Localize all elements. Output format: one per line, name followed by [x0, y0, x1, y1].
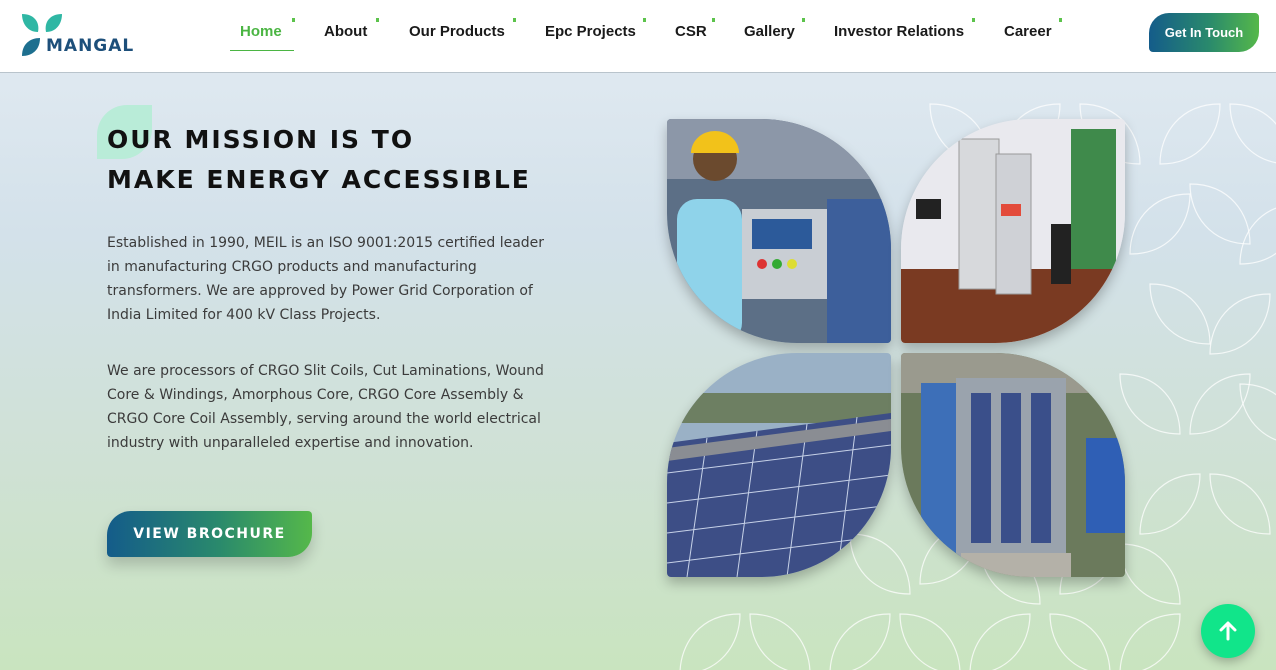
nav-dot	[643, 18, 646, 22]
hero-headline: Our Mission is to Make Energy Accessible	[107, 120, 567, 200]
nav-dot	[802, 18, 805, 22]
products-paragraph: We are processors of CRGO Slit Coils, Cu…	[107, 363, 544, 451]
nav-csr[interactable]: CSR	[675, 23, 707, 43]
scroll-to-top-button[interactable]	[1201, 604, 1255, 658]
nav-gallery[interactable]: Gallery	[744, 23, 795, 43]
brand-logo[interactable]: MANGAL	[20, 12, 135, 60]
nav-dot	[972, 18, 975, 22]
nav-career[interactable]: Career	[1004, 23, 1052, 43]
nav-dot	[292, 18, 295, 22]
nav-epc-projects[interactable]: Epc Projects	[545, 23, 636, 43]
nav-home[interactable]: Home	[240, 23, 282, 43]
nav-our-products[interactable]: Our Products	[409, 23, 505, 43]
nav-dot	[513, 18, 516, 22]
site-header: MANGAL Home About Our Products Epc Proje…	[0, 0, 1276, 73]
headline-line-2: Make Energy Accessible	[107, 165, 531, 194]
nav-dot	[376, 18, 379, 22]
arrow-up-icon	[1219, 621, 1237, 641]
nav-about[interactable]: About	[324, 23, 367, 43]
nav-dot	[1059, 18, 1062, 22]
get-in-touch-button[interactable]: Get In Touch	[1149, 13, 1259, 52]
intro-paragraph: Established in 1990, MEIL is an ISO 9001…	[107, 235, 545, 323]
nav-investor-relations[interactable]: Investor Relations	[834, 23, 964, 43]
brand-name: MANGAL	[46, 36, 135, 56]
headline-line-1: Our Mission is to	[107, 125, 415, 154]
view-brochure-button[interactable]: View Brochure	[107, 511, 312, 557]
active-nav-underline	[230, 50, 294, 51]
nav-dot	[712, 18, 715, 22]
